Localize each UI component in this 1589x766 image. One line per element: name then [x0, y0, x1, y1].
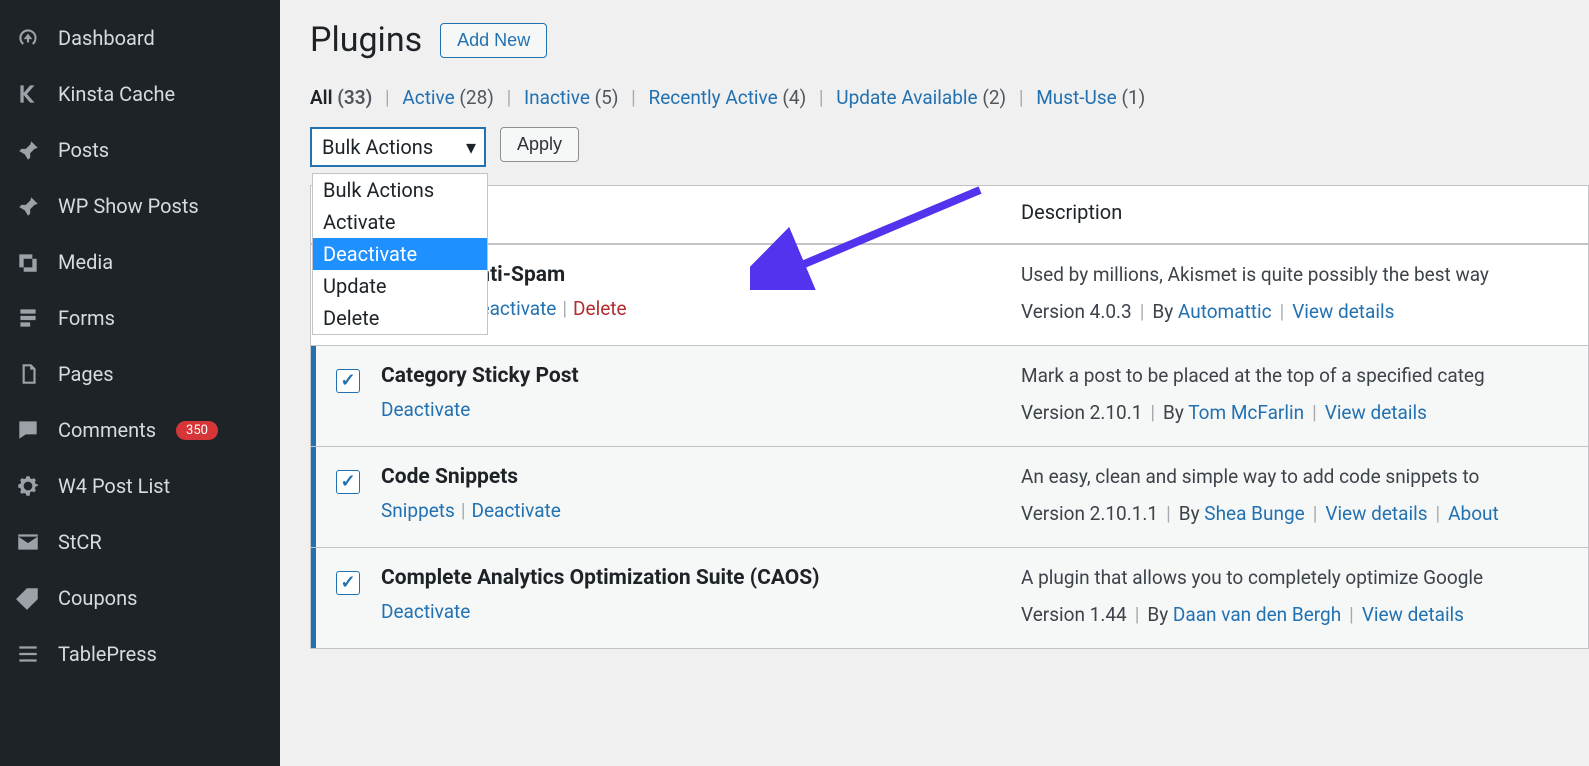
bulk-actions-select[interactable]: Bulk Actions Bulk ActionsActivateDeactiv… [310, 127, 486, 167]
apply-button[interactable]: Apply [500, 127, 579, 162]
sidebar-item-pages[interactable]: Pages [0, 346, 280, 402]
filter-inactive[interactable]: Inactive (5) [524, 86, 618, 109]
plugin-meta-link[interactable]: About [1448, 502, 1499, 525]
plugin-status-filters: All (33) | Active (28) | Inactive (5) | … [310, 86, 1589, 109]
bulk-option-deactivate[interactable]: Deactivate [313, 238, 487, 270]
sidebar-item-label: Forms [58, 306, 115, 330]
plugin-meta: Version 2.10.1.1|By Shea Bunge|View deta… [1021, 502, 1588, 525]
row-checkbox[interactable] [336, 369, 360, 393]
sidebar-item-label: Coupons [58, 586, 137, 610]
row-checkbox[interactable] [336, 470, 360, 494]
plugin-meta: Version 4.0.3|By Automattic|View details [1021, 300, 1588, 323]
pages-icon [14, 360, 42, 388]
plugin-author-link[interactable]: Automattic [1178, 300, 1272, 323]
page-title: Plugins [310, 20, 422, 60]
filter-all[interactable]: All (33) [310, 86, 372, 109]
sidebar-item-label: Posts [58, 138, 109, 162]
sidebar-item-posts[interactable]: Posts [0, 122, 280, 178]
action-snippets[interactable]: Snippets [381, 499, 455, 522]
filter-active[interactable]: Active (28) [402, 86, 494, 109]
table-row: Complete Analytics Optimization Suite (C… [311, 547, 1588, 648]
add-new-button[interactable]: Add New [440, 23, 547, 58]
sidebar-item-wp-show-posts[interactable]: WP Show Posts [0, 178, 280, 234]
media-icon [14, 248, 42, 276]
plugin-author-link[interactable]: Tom McFarlin [1188, 401, 1304, 424]
sidebar-item-dashboard[interactable]: Dashboard [0, 10, 280, 66]
sidebar-item-label: WP Show Posts [58, 194, 199, 218]
sidebar-item-stcr[interactable]: StCR [0, 514, 280, 570]
main-content: Plugins Add New All (33) | Active (28) |… [280, 0, 1589, 766]
filter-recently-active[interactable]: Recently Active (4) [649, 86, 807, 109]
pin-icon [14, 136, 42, 164]
gauge-icon [14, 24, 42, 52]
plugin-meta-link[interactable]: View details [1325, 401, 1427, 424]
sidebar-item-w4-post-list[interactable]: W4 Post List [0, 458, 280, 514]
plugin-meta-link[interactable]: View details [1292, 300, 1394, 323]
sidebar-item-label: TablePress [58, 642, 157, 666]
bulk-option-bulk-actions[interactable]: Bulk Actions [313, 174, 487, 206]
comments-count-badge: 350 [176, 421, 218, 440]
plugin-description: An easy, clean and simple way to add cod… [1021, 465, 1588, 488]
sidebar-item-label: W4 Post List [58, 474, 170, 498]
gear-icon [14, 472, 42, 500]
sidebar-item-tablepress[interactable]: TablePress [0, 626, 280, 682]
mail-icon [14, 528, 42, 556]
sidebar-item-label: Dashboard [58, 26, 155, 50]
action-deactivate[interactable]: Deactivate [381, 600, 470, 623]
plugin-author-link[interactable]: Daan van den Bergh [1173, 603, 1341, 626]
sidebar-item-label: Media [58, 250, 113, 274]
bulk-actions-dropdown: Bulk ActionsActivateDeactivateUpdateDele… [312, 173, 488, 335]
forms-icon [14, 304, 42, 332]
plugin-meta: Version 2.10.1|By Tom McFarlin|View deta… [1021, 401, 1588, 424]
plugin-author-link[interactable]: Shea Bunge [1204, 502, 1304, 525]
bulk-option-activate[interactable]: Activate [313, 206, 487, 238]
plugin-description: Mark a post to be placed at the top of a… [1021, 364, 1588, 387]
sidebar-item-label: Comments [58, 418, 156, 442]
plugin-meta-link[interactable]: View details [1362, 603, 1464, 626]
plugin-description: Used by millions, Akismet is quite possi… [1021, 263, 1588, 286]
plugin-name: Category Sticky Post [381, 364, 1021, 388]
plugins-table: Plugin Description Akismet Anti-SpamSett… [310, 185, 1589, 649]
sidebar-item-forms[interactable]: Forms [0, 290, 280, 346]
plugin-name: Complete Analytics Optimization Suite (C… [381, 566, 1021, 590]
sidebar-item-kinsta-cache[interactable]: Kinsta Cache [0, 66, 280, 122]
sidebar-item-comments[interactable]: Comments 350 [0, 402, 280, 458]
filter-must-use[interactable]: Must-Use (1) [1036, 86, 1145, 109]
plugin-meta-link[interactable]: View details [1325, 502, 1427, 525]
sidebar-item-media[interactable]: Media [0, 234, 280, 290]
list-icon [14, 640, 42, 668]
bulk-option-delete[interactable]: Delete [313, 302, 487, 334]
plugin-meta: Version 1.44|By Daan van den Bergh|View … [1021, 603, 1588, 626]
bulk-option-update[interactable]: Update [313, 270, 487, 302]
sidebar-item-label: Pages [58, 362, 114, 386]
filter-update-available[interactable]: Update Available (2) [836, 86, 1006, 109]
kinsta-icon [14, 80, 42, 108]
row-actions: Deactivate [381, 398, 1021, 421]
sidebar-item-label: Kinsta Cache [58, 82, 175, 106]
plugin-name: Code Snippets [381, 465, 1021, 489]
row-checkbox[interactable] [336, 571, 360, 595]
sidebar-item-label: StCR [58, 530, 102, 554]
table-row: Code Snippets Snippets|DeactivateAn easy,… [311, 446, 1588, 547]
plugin-description: A plugin that allows you to completely o… [1021, 566, 1588, 589]
table-row: Akismet Anti-SpamSettings|Deactivate|Del… [311, 244, 1588, 345]
admin-sidebar: Dashboard Kinsta Cache Posts WP Show Posts M… [0, 0, 280, 766]
row-actions: Snippets|Deactivate [381, 499, 1021, 522]
action-deactivate[interactable]: Deactivate [381, 398, 470, 421]
bulk-actions-selected: Bulk Actions [322, 135, 433, 159]
table-row: Category Sticky Post Deactivate Mark a pos… [311, 345, 1588, 446]
action-delete[interactable]: Delete [573, 297, 627, 320]
comment-icon [14, 416, 42, 444]
tag-icon [14, 584, 42, 612]
sidebar-item-coupons[interactable]: Coupons [0, 570, 280, 626]
column-description[interactable]: Description [1021, 200, 1588, 224]
pin-icon [14, 192, 42, 220]
action-deactivate[interactable]: Deactivate [471, 499, 560, 522]
row-actions: Deactivate [381, 600, 1021, 623]
